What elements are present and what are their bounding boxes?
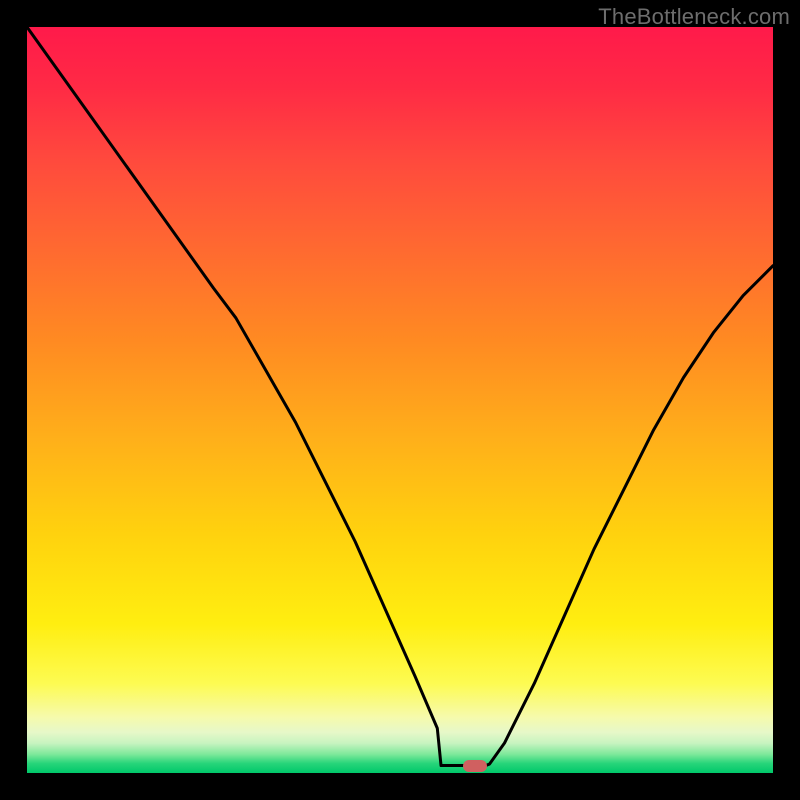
plot-area <box>27 27 773 773</box>
watermark-text: TheBottleneck.com <box>598 4 790 30</box>
optimal-marker <box>463 760 487 772</box>
bottleneck-curve <box>27 27 773 773</box>
chart-frame: TheBottleneck.com <box>0 0 800 800</box>
